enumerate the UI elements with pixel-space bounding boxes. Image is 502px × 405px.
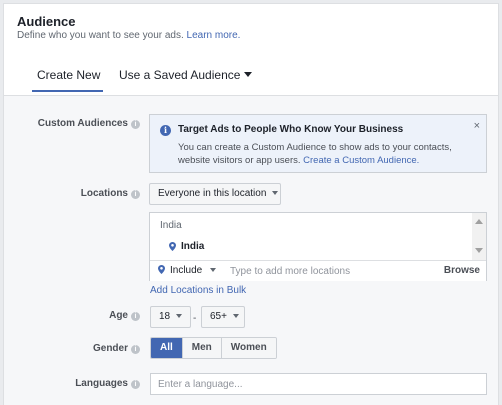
language-input[interactable] <box>150 373 487 395</box>
audience-header: Audience Define who you want to see your… <box>4 4 498 96</box>
include-label: Include <box>170 265 203 276</box>
location-input-bar: Include Browse <box>150 260 486 281</box>
locations-label-text: Locations <box>80 188 128 199</box>
age-max-value: 65+ <box>210 311 227 322</box>
location-pin-icon <box>158 265 165 274</box>
close-icon[interactable]: × <box>474 120 480 132</box>
locations-box: India India Include Browse <box>149 212 487 281</box>
tab-saved-label: Use a Saved Audience <box>119 68 241 82</box>
gender-selector: All Men Women <box>150 337 277 359</box>
info-icon[interactable]: i <box>131 312 140 321</box>
notice-title: Target Ads to People Who Know Your Busin… <box>178 124 404 135</box>
scroll-down-icon[interactable] <box>475 248 483 253</box>
include-dropdown[interactable]: Include <box>158 265 217 276</box>
location-item-india: India <box>181 241 205 252</box>
gender-label-text: Gender <box>92 343 128 354</box>
tab-use-saved-audience[interactable]: Use a Saved Audience <box>119 68 253 82</box>
age-label-text: Age <box>109 310 128 321</box>
scroll-up-icon[interactable] <box>475 219 483 224</box>
caret-down-icon <box>232 314 239 318</box>
gender-women-button[interactable]: Women <box>220 338 276 358</box>
location-pin-icon <box>169 242 176 251</box>
custom-audience-notice: i Target Ads to People Who Know Your Bus… <box>149 114 487 173</box>
tab-create-new[interactable]: Create New <box>37 68 100 82</box>
languages-label-text: Languages <box>75 378 128 389</box>
languages-label: Languages i <box>75 378 140 389</box>
age-max-dropdown[interactable]: 65+ <box>201 306 245 328</box>
locations-label: Locations i <box>81 188 140 199</box>
custom-audiences-label-text: Custom Audiences <box>37 118 128 129</box>
page-subtitle: Define who you want to see your ads. Lea… <box>17 30 240 41</box>
locations-scrollbar[interactable] <box>472 213 486 260</box>
active-tab-indicator <box>32 90 103 92</box>
location-search-input[interactable] <box>230 263 430 279</box>
info-icon[interactable]: i <box>131 190 140 199</box>
age-label: Age i <box>109 310 140 321</box>
subtitle-text: Define who you want to see your ads. <box>17 30 184 41</box>
create-custom-audience-link[interactable]: Create a Custom Audience. <box>303 155 419 166</box>
location-country-header: India <box>160 220 182 231</box>
info-icon[interactable]: i <box>131 345 140 354</box>
location-scope-dropdown[interactable]: Everyone in this location <box>149 183 281 205</box>
age-separator: - <box>193 313 197 324</box>
notice-body: You can create a Custom Audience to show… <box>178 141 468 167</box>
gender-all-button[interactable]: All <box>151 338 182 358</box>
age-min-value: 18 <box>159 311 171 322</box>
custom-audiences-label: Custom Audiences i <box>38 118 140 129</box>
audience-panel: Audience Define who you want to see your… <box>3 3 499 405</box>
browse-button[interactable]: Browse <box>444 265 480 276</box>
gender-label: Gender i <box>93 343 140 354</box>
caret-down-icon <box>244 72 253 77</box>
page-title: Audience <box>17 14 76 29</box>
caret-down-icon <box>272 191 279 195</box>
add-locations-bulk-link[interactable]: Add Locations in Bulk <box>150 285 246 296</box>
caret-down-icon <box>210 268 217 272</box>
info-icon[interactable]: i <box>131 120 140 129</box>
info-icon[interactable]: i <box>131 380 140 389</box>
caret-down-icon <box>176 314 183 318</box>
info-circle-icon: i <box>160 125 171 136</box>
location-scope-value: Everyone in this location <box>158 188 267 199</box>
age-min-dropdown[interactable]: 18 <box>150 306 191 328</box>
gender-men-button[interactable]: Men <box>181 338 221 358</box>
learn-more-link[interactable]: Learn more. <box>187 30 241 41</box>
